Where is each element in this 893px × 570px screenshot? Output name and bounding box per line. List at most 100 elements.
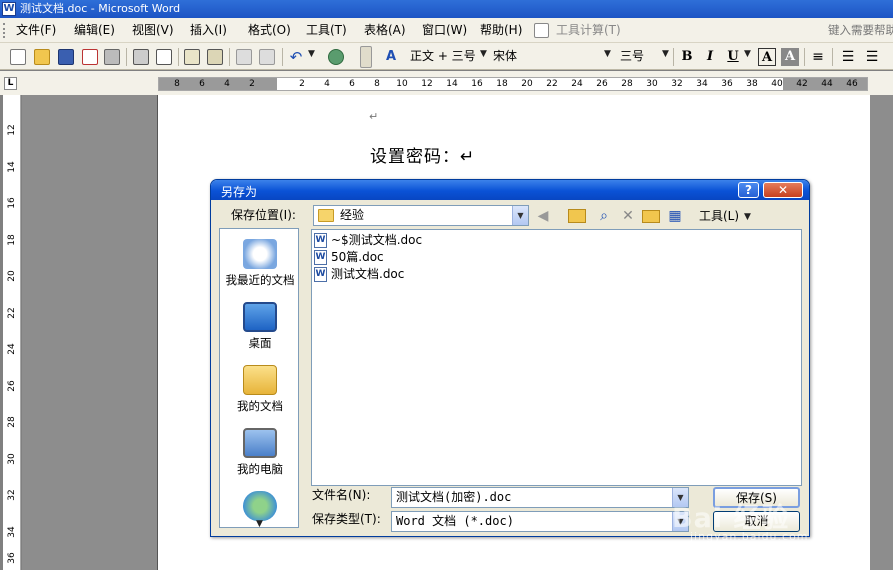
vruler-tick: 24 <box>7 343 17 355</box>
ruler-tick: 32 <box>671 79 683 89</box>
menu-tool-calc[interactable]: 工具计算(T) <box>556 23 621 38</box>
italic-button[interactable]: I <box>701 48 719 66</box>
vruler-tick: 36 <box>7 552 17 564</box>
ruler-tick: 30 <box>646 79 658 89</box>
undo-icon[interactable]: ↶ <box>288 49 304 65</box>
font-combo[interactable]: 宋体 <box>493 48 517 64</box>
place-desktop[interactable]: 桌面 <box>220 302 300 350</box>
ruler-tick: 8 <box>174 79 180 89</box>
undo-dropdown-icon[interactable]: ▼ <box>308 49 315 59</box>
vruler-tick: 14 <box>7 161 17 173</box>
help-icon[interactable]: ? <box>738 182 759 198</box>
ruler-tick: 2 <box>299 79 305 89</box>
vertical-ruler[interactable]: 12 14 16 18 20 22 24 26 28 30 32 34 36 <box>3 95 21 570</box>
underline-button[interactable]: U <box>724 48 742 66</box>
save-icon[interactable] <box>58 49 74 65</box>
font-dropdown-icon[interactable]: ▼ <box>604 49 611 59</box>
place-network[interactable] <box>220 491 300 521</box>
ruler-tick: 36 <box>721 79 733 89</box>
place-label: 我的电脑 <box>237 462 283 476</box>
style-combo[interactable]: 正文 + 三号 <box>410 48 476 64</box>
tools-dropdown-icon[interactable]: ▼ <box>744 212 751 222</box>
tools-menu[interactable]: 工具(L) <box>699 208 739 224</box>
toolbar-separator <box>229 48 230 66</box>
web-icon[interactable] <box>328 49 344 65</box>
menu-insert[interactable]: 插入(I) <box>190 23 227 38</box>
dialog-title-bar[interactable]: 另存为 ? ✕ <box>211 180 809 200</box>
word-app-icon: W <box>2 2 16 16</box>
menu-file[interactable]: 文件(F) <box>16 23 56 38</box>
align-justify-icon[interactable]: ≡ <box>810 49 826 65</box>
places-scroll-down-icon[interactable]: ▼ <box>256 519 263 529</box>
ruler-tick: 46 <box>846 79 858 89</box>
vruler-tick: 16 <box>7 197 17 209</box>
tab-selector[interactable]: L <box>4 77 17 90</box>
toolbar-separator <box>282 48 283 66</box>
place-label: 我的文档 <box>237 399 283 413</box>
spelling-icon[interactable] <box>184 49 200 65</box>
menu-window[interactable]: 窗口(W) <box>422 23 467 38</box>
menu-view[interactable]: 视图(V) <box>132 23 174 38</box>
menu-edit[interactable]: 编辑(E) <box>74 23 115 38</box>
vruler-tick: 18 <box>7 234 17 246</box>
tool-calc-icon <box>534 23 549 38</box>
styles-pane-icon[interactable]: A <box>386 49 402 65</box>
numbering-icon[interactable]: ☰ <box>840 49 856 65</box>
place-label: 桌面 <box>248 336 272 350</box>
recent-documents-icon <box>243 239 277 269</box>
menu-table[interactable]: 表格(A) <box>364 23 406 38</box>
save-in-combo[interactable]: 经验 ▼ <box>313 205 529 226</box>
menu-tools[interactable]: 工具(T) <box>306 23 347 38</box>
filename-value: 测试文档(加密).doc <box>396 490 512 504</box>
chevron-down-icon[interactable]: ▼ <box>512 206 528 225</box>
font-size-combo[interactable]: 三号 <box>620 48 644 64</box>
vruler-tick: 20 <box>7 270 17 282</box>
file-name: 测试文档.doc <box>331 267 405 281</box>
up-folder-icon[interactable] <box>568 209 586 223</box>
filename-field[interactable]: 测试文档(加密).doc ▼ <box>391 487 689 508</box>
place-label: 我最近的文档 <box>225 273 295 287</box>
help-search-input[interactable]: 键入需要帮助 <box>828 22 893 38</box>
file-list[interactable]: W ~$测试文档.doc W 50篇.doc W 测试文档.doc <box>311 229 802 486</box>
place-recent[interactable]: 我最近的文档 <box>220 239 300 287</box>
ruler-tick: 6 <box>349 79 355 89</box>
size-dropdown-icon[interactable]: ▼ <box>662 49 669 59</box>
menu-help[interactable]: 帮助(H) <box>480 23 522 38</box>
paste-icon[interactable] <box>259 49 275 65</box>
new-folder-icon[interactable] <box>642 210 660 223</box>
network-globe-icon <box>243 491 277 521</box>
copy-icon[interactable] <box>236 49 252 65</box>
toolbar-separator <box>178 48 179 66</box>
views-icon[interactable]: ▦ <box>666 207 684 225</box>
back-icon[interactable]: ◀ <box>534 207 552 225</box>
menu-format[interactable]: 格式(O) <box>248 23 291 38</box>
search-web-icon[interactable]: ⌕ <box>595 207 613 225</box>
font-border-button[interactable]: A <box>758 48 776 66</box>
print-icon[interactable] <box>133 49 149 65</box>
bullets-icon[interactable]: ☰ <box>864 49 880 65</box>
vruler-tick: 34 <box>7 526 17 538</box>
close-icon[interactable]: ✕ <box>763 182 803 198</box>
my-documents-icon <box>243 365 277 395</box>
delete-icon[interactable]: ✕ <box>619 207 637 225</box>
open-folder-icon[interactable] <box>34 49 50 65</box>
horizontal-ruler[interactable]: 8 6 4 2 2 4 6 8 10 12 14 16 18 20 22 24 … <box>158 77 868 91</box>
style-dropdown-icon[interactable]: ▼ <box>480 49 487 59</box>
research-icon[interactable] <box>207 49 223 65</box>
underline-dropdown-icon[interactable]: ▼ <box>744 49 751 59</box>
email-icon[interactable] <box>104 49 120 65</box>
new-document-icon[interactable] <box>10 49 26 65</box>
ruler-tick: 4 <box>324 79 330 89</box>
bold-button[interactable]: B <box>678 48 696 66</box>
place-my-documents[interactable]: 我的文档 <box>220 365 300 413</box>
char-shading-button[interactable]: A <box>781 48 799 66</box>
watermark-url: jingyan.baidu.com <box>690 530 809 543</box>
menubar-grip[interactable] <box>3 23 6 38</box>
ruler-tick: 40 <box>771 79 783 89</box>
place-my-computer[interactable]: 我的电脑 <box>220 428 300 476</box>
print-preview-icon[interactable] <box>156 49 172 65</box>
document-text[interactable]: 设置密码：↵ <box>370 142 475 167</box>
filetype-select[interactable]: Word 文档 (*.doc) ▼ <box>391 511 689 532</box>
toolbar-overflow-icon[interactable] <box>360 46 372 68</box>
permission-icon[interactable] <box>82 49 98 65</box>
